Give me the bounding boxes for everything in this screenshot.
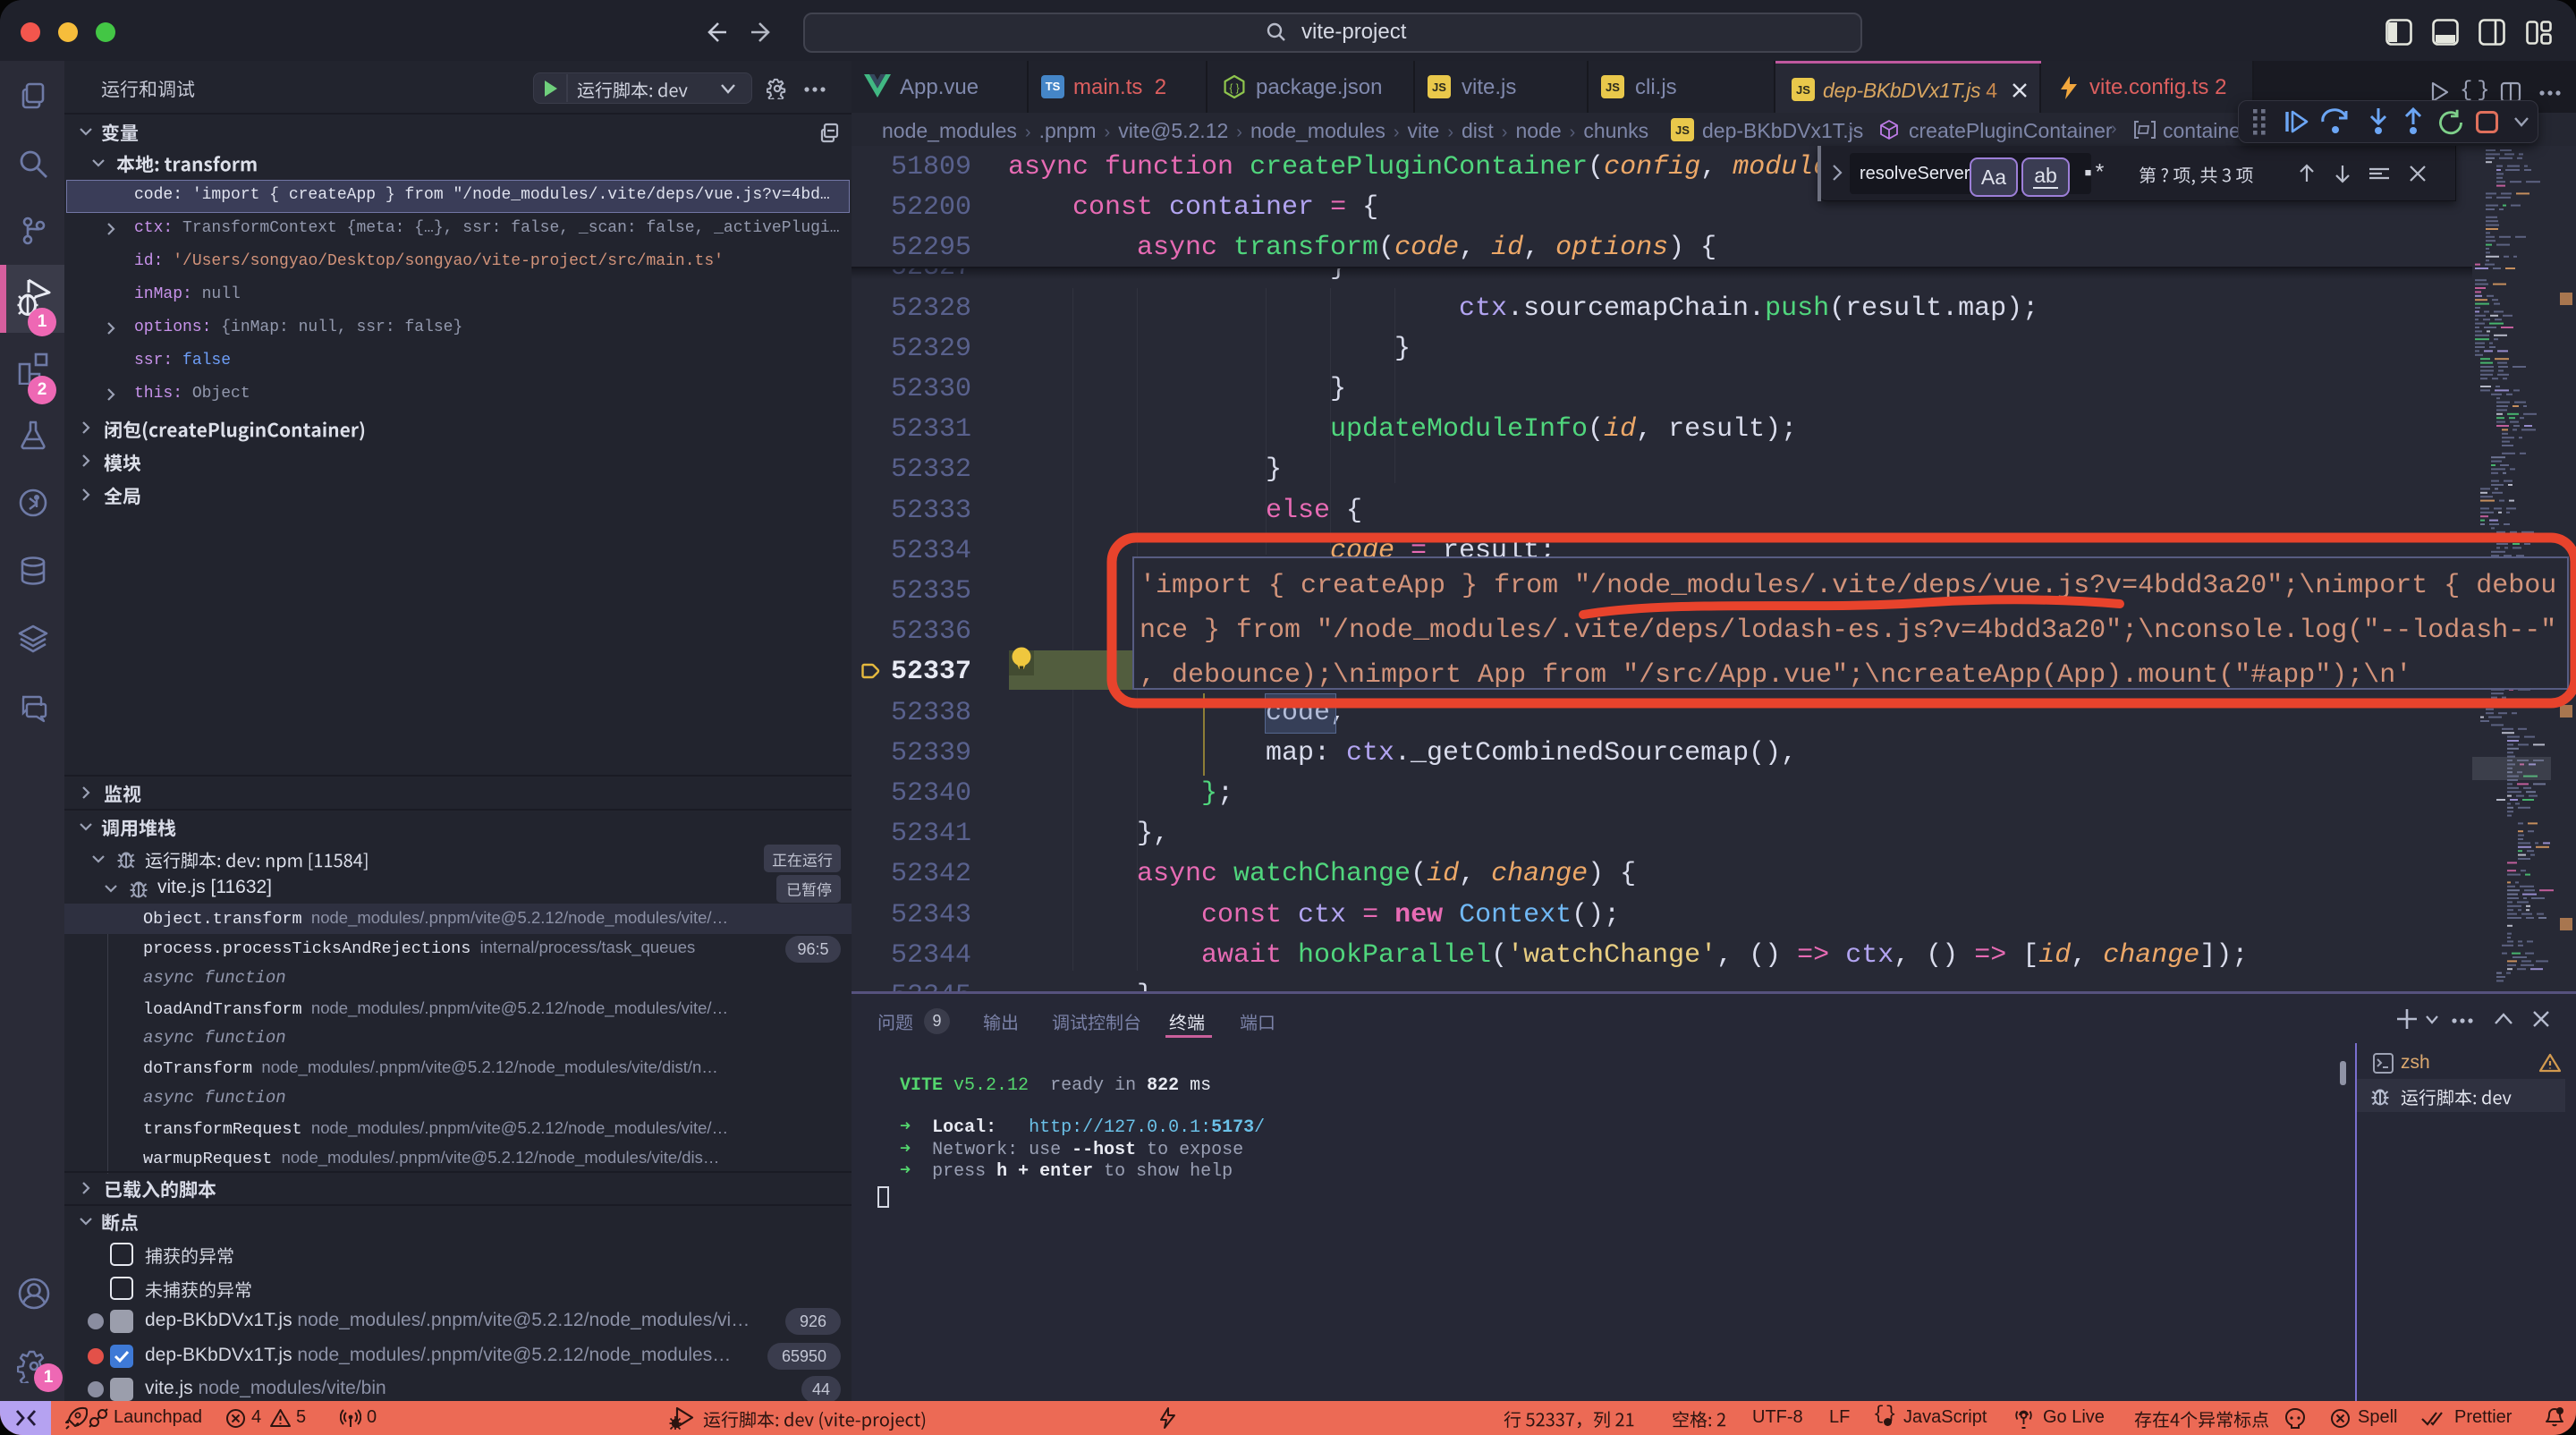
svg-text:{ }: { }: [1229, 81, 1239, 94]
